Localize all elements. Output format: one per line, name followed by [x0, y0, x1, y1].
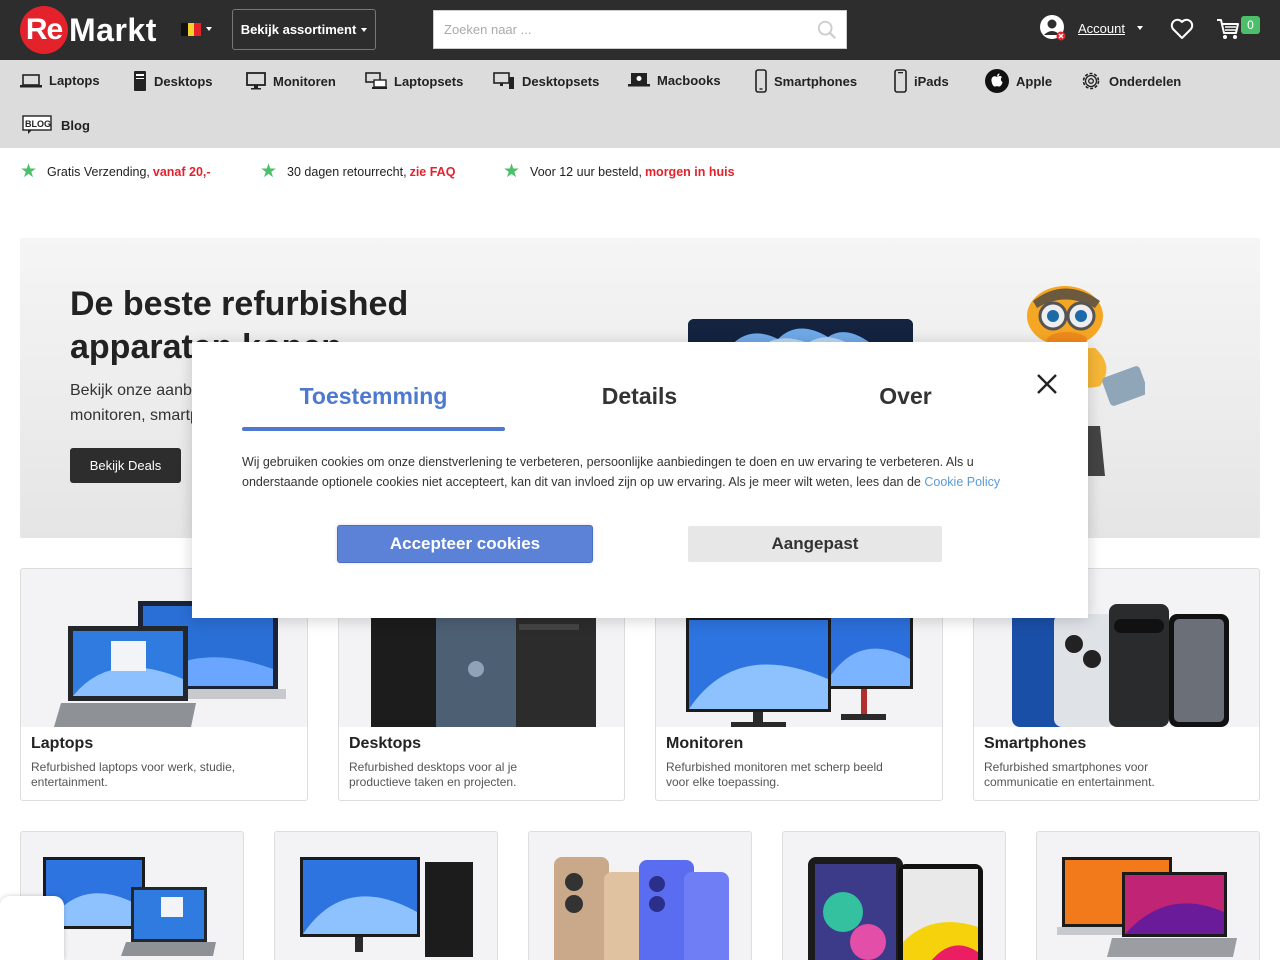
category-card-macbooks[interactable] [1036, 831, 1260, 960]
hero-subtitle: Bekijk onze aanbi monitoren, smartp [70, 378, 200, 428]
category-description: Refurbished smartphones voor communicati… [984, 760, 1155, 789]
nav-label: Laptopsets [394, 73, 464, 89]
nav-label: Blog [61, 117, 90, 133]
active-tab-indicator [242, 427, 505, 431]
gear-icon [1082, 72, 1100, 90]
category-title: Desktops [349, 735, 422, 752]
nav-item-apple[interactable]: Apple [985, 69, 1052, 93]
ipads-image [808, 857, 983, 960]
chat-widget-button[interactable] [0, 896, 64, 960]
iphones-image [554, 857, 729, 960]
star-icon: ★ [503, 161, 521, 182]
nav-label: Laptops [49, 73, 100, 88]
nav-label: Onderdelen [1109, 73, 1182, 89]
category-description: Refurbished laptops voor werk, studie, e… [31, 760, 236, 789]
search-icon[interactable] [816, 19, 838, 41]
cookie-consent-modal: Toestemming Details Over Wij gebruiken c… [192, 342, 1088, 618]
cookie-policy-link[interactable]: Cookie Policy [924, 475, 1000, 489]
logo-badge: Re [20, 6, 68, 54]
tab-details[interactable]: Details [508, 383, 771, 410]
category-description: Refurbished desktops voor al je producti… [349, 760, 518, 789]
blog-icon: BLOG [22, 115, 52, 134]
assortment-button[interactable]: Bekijk assortiment [232, 9, 376, 50]
monitor-icon [246, 72, 266, 90]
top-header: Re Markt Bekijk assortiment Account [0, 0, 1280, 60]
belgium-flag-icon[interactable] [181, 23, 202, 36]
nav-label: iPads [914, 73, 949, 89]
hero-subtitle-line: monitoren, smartp [70, 407, 199, 424]
view-deals-button[interactable]: Bekijk Deals [70, 448, 181, 483]
account-label: Account [1078, 20, 1125, 36]
nav-item-onderdelen[interactable]: Onderdelen [1080, 70, 1181, 92]
usp-highlight[interactable]: morgen in huis [645, 165, 735, 179]
nav-label: Desktopsets [522, 73, 600, 89]
macbooks-image [1057, 857, 1237, 957]
nav-item-laptops[interactable]: Laptops [20, 73, 100, 88]
cookie-description: Wij gebruiken cookies om onze dienstverl… [242, 452, 1042, 492]
category-description: Refurbished monitoren met scherp beeld v… [666, 760, 883, 789]
laptopset-icon [365, 72, 387, 89]
category-card-iphones[interactable] [528, 831, 752, 960]
macbook-icon [628, 73, 650, 87]
desktopsets-image [300, 857, 473, 957]
nav-label: Desktops [154, 73, 213, 89]
assortment-label: Bekijk assortiment [240, 22, 357, 37]
nav-item-desktopsets[interactable]: Desktopsets [493, 72, 599, 90]
tab-toestemming[interactable]: Toestemming [242, 383, 505, 410]
usp-returns: ★ 30 dagen retourrecht, zie FAQ [260, 161, 456, 182]
cookie-text: Wij gebruiken cookies om onze dienstverl… [242, 455, 974, 489]
chevron-down-icon [361, 27, 368, 32]
cart-icon[interactable] [1216, 18, 1240, 40]
usp-highlight[interactable]: zie FAQ [410, 165, 456, 179]
category-nav: Laptops Desktops Monitoren Laptopsets De… [0, 60, 1280, 148]
nav-item-laptopsets[interactable]: Laptopsets [365, 72, 463, 90]
user-icon [1040, 15, 1066, 41]
search-input[interactable] [434, 11, 794, 48]
chevron-down-icon [1136, 26, 1143, 30]
nav-label: Monitoren [273, 73, 336, 89]
remarkt-logo[interactable]: Re Markt [20, 6, 157, 54]
svg-text:BLOG: BLOG [25, 119, 51, 129]
nav-item-blog[interactable]: BLOG Blog [22, 115, 90, 135]
usp-delivery: ★ Voor 12 uur besteld, morgen in huis [503, 161, 735, 182]
nav-item-macbooks[interactable]: Macbooks [628, 72, 721, 88]
accept-cookies-button[interactable]: Accepteer cookies [337, 525, 593, 563]
nav-item-smartphones[interactable]: Smartphones [755, 69, 857, 93]
logo-wordmark: Markt [69, 11, 157, 48]
usp-highlight[interactable]: vanaf 20,- [153, 165, 211, 179]
star-icon: ★ [260, 161, 278, 182]
usp-text: Gratis Verzending, [47, 165, 150, 179]
tablet-icon [894, 69, 907, 93]
category-card-desktopsets[interactable] [274, 831, 498, 960]
chevron-down-icon [206, 27, 212, 31]
usp-text: Voor 12 uur besteld, [530, 165, 642, 179]
category-card-ipads[interactable] [782, 831, 1006, 960]
category-title: Laptops [31, 735, 94, 752]
apple-icon [985, 69, 1009, 93]
account-menu[interactable]: Account [1040, 15, 1143, 41]
hero-subtitle-line: Bekijk onze aanbi [70, 382, 196, 399]
nav-item-ipads[interactable]: iPads [894, 69, 949, 93]
heart-icon[interactable] [1170, 18, 1194, 40]
nav-label: Macbooks [657, 72, 721, 88]
category-title: Monitoren [666, 735, 744, 752]
desktopset-icon [493, 72, 514, 89]
desktop-tower-icon [134, 71, 146, 91]
nav-item-monitoren[interactable]: Monitoren [246, 72, 336, 90]
category-title: Smartphones [984, 735, 1087, 752]
close-icon[interactable] [1034, 371, 1060, 397]
laptop-icon [20, 73, 42, 87]
star-icon: ★ [20, 161, 38, 182]
nav-label: Apple [1016, 73, 1053, 89]
smartphone-icon [755, 69, 767, 93]
usp-shipping: ★ Gratis Verzending, vanaf 20,- [20, 161, 211, 182]
usp-text: 30 dagen retourrecht, [287, 165, 407, 179]
nav-item-desktops[interactable]: Desktops [133, 70, 213, 92]
cart-count-badge: 0 [1241, 16, 1260, 34]
search-bar [433, 10, 847, 49]
nav-label: Smartphones [774, 73, 858, 89]
customize-cookies-button[interactable]: Aangepast [688, 526, 942, 562]
tab-over[interactable]: Over [774, 383, 1037, 410]
